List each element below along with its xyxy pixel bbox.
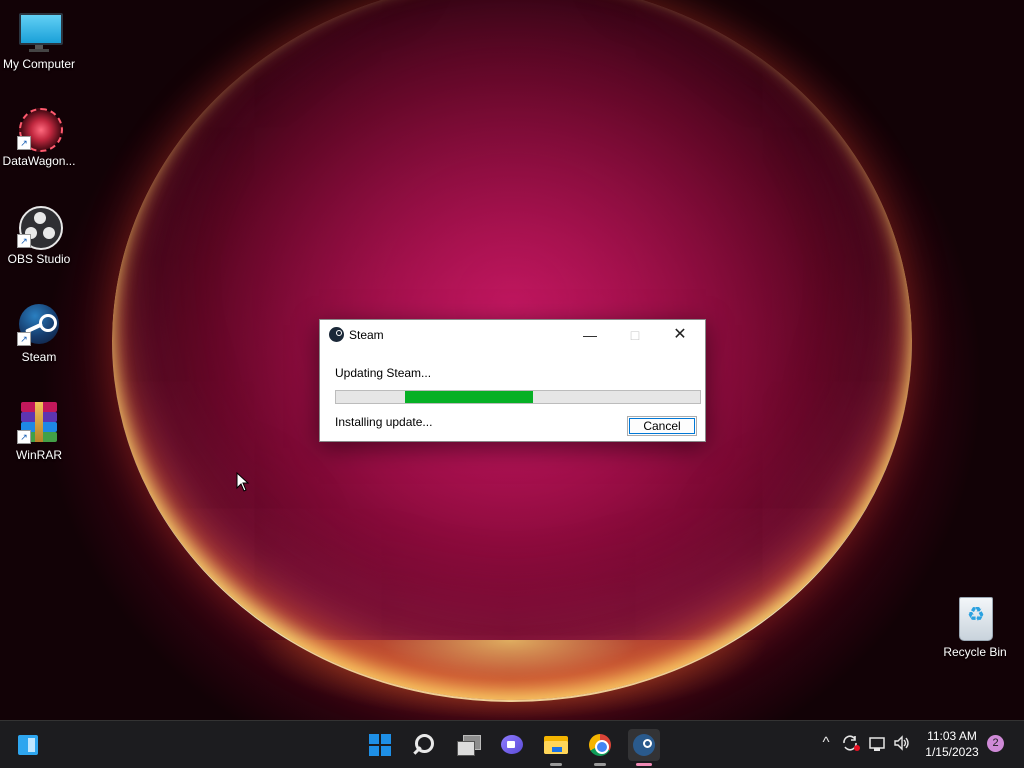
desktop-icon-recycle-bin[interactable]: ♻ Recycle Bin xyxy=(935,597,1015,659)
shortcut-arrow-icon: ↗ xyxy=(17,430,31,444)
desktop-icon-obs-studio[interactable]: ↗ OBS Studio xyxy=(0,204,79,266)
datawagon-icon: ↗ xyxy=(17,106,63,152)
chrome-button[interactable] xyxy=(584,729,616,766)
steam-icon xyxy=(633,734,655,756)
network-icon[interactable] xyxy=(869,732,887,754)
taskbar-clock[interactable]: 11:03 AM 1/15/2023 xyxy=(916,728,988,760)
desktop-icon-label: WinRAR xyxy=(15,448,62,462)
maximize-button: □ xyxy=(630,327,640,343)
notification-count-badge[interactable]: 2 xyxy=(987,735,1004,752)
cancel-button[interactable]: Cancel xyxy=(627,416,697,436)
steam-icon xyxy=(329,327,344,342)
winrar-icon: ↗ xyxy=(17,400,61,444)
widgets-button[interactable] xyxy=(12,729,44,761)
file-explorer-button[interactable] xyxy=(540,729,572,766)
update-status-text: Updating Steam... xyxy=(335,366,432,380)
desktop-icon-label: OBS Studio xyxy=(7,252,71,266)
desktop-icon-label: Steam xyxy=(21,350,57,364)
steam-update-dialog: Steam — □ ✕ Updating Steam... Installing… xyxy=(319,319,706,442)
widgets-icon xyxy=(18,735,38,755)
start-button[interactable] xyxy=(364,729,396,761)
running-indicator xyxy=(594,763,606,766)
chat-button[interactable] xyxy=(496,729,528,761)
show-hidden-icons-chevron[interactable]: ^ xyxy=(817,732,835,754)
recycle-bin-icon: ♻ xyxy=(953,597,997,641)
obs-studio-icon: ↗ xyxy=(17,204,63,250)
desktop-icon-datawagon[interactable]: ↗ DataWagon... xyxy=(0,106,79,168)
monitor-icon xyxy=(17,9,63,53)
desktop-icon-steam[interactable]: ↗ Steam xyxy=(0,302,79,364)
update-detail-text: Installing update... xyxy=(335,415,433,429)
task-view-button[interactable] xyxy=(452,729,484,761)
desktop-icon-label: My Computer xyxy=(2,57,76,71)
steam-taskbar-button[interactable] xyxy=(628,729,660,766)
progress-fill xyxy=(405,391,533,403)
clock-date: 1/15/2023 xyxy=(925,745,979,759)
search-button[interactable] xyxy=(408,729,440,761)
shortcut-arrow-icon: ↗ xyxy=(17,234,31,248)
close-button[interactable]: ✕ xyxy=(658,320,702,350)
active-indicator xyxy=(636,763,652,766)
wallpaper-glow xyxy=(250,640,770,720)
desktop-icon-winrar[interactable]: ↗ WinRAR xyxy=(0,400,79,462)
minimize-button[interactable]: — xyxy=(568,320,612,350)
sync-error-badge xyxy=(854,745,860,751)
shortcut-arrow-icon: ↗ xyxy=(17,332,31,346)
update-progress-bar xyxy=(335,390,701,404)
shortcut-arrow-icon: ↗ xyxy=(17,136,31,150)
clock-time: 11:03 AM xyxy=(927,729,977,743)
running-indicator xyxy=(550,763,562,766)
mouse-cursor-icon xyxy=(236,472,250,492)
volume-icon[interactable] xyxy=(893,732,911,754)
desktop-icon-label: Recycle Bin xyxy=(943,645,1007,659)
dialog-title: Steam xyxy=(349,328,384,342)
desktop-icon-my-computer[interactable]: My Computer xyxy=(0,9,79,71)
dialog-titlebar[interactable]: Steam — □ ✕ xyxy=(320,320,705,350)
desktop-icon-label: DataWagon... xyxy=(2,154,76,168)
steam-icon: ↗ xyxy=(17,302,61,346)
